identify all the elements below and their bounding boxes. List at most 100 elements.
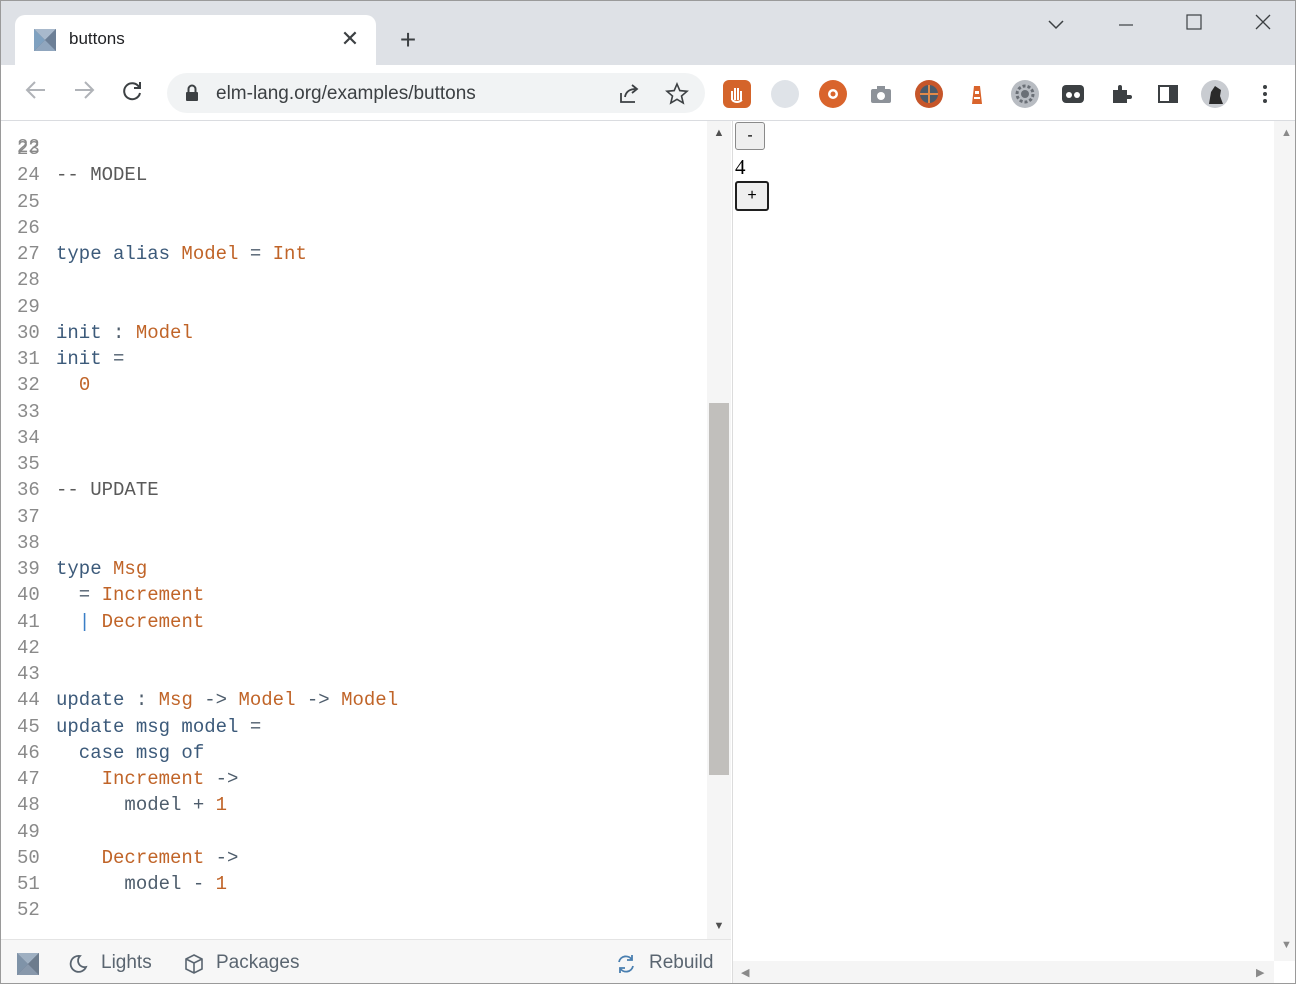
code-token: Msg [158,689,193,712]
code-line: 22 [1,121,92,158]
line-content: -- UPDATE [56,477,159,503]
code-token: Model [238,689,296,712]
line-number: 34 [17,426,40,449]
lock-icon[interactable] [185,84,199,102]
rebuild-icon[interactable] [615,953,637,975]
profile-avatar[interactable] [1201,80,1229,108]
line-number: 49 [17,820,40,843]
elm-favicon-icon [34,29,56,51]
line-number: 43 [17,663,40,685]
editor-scrollbar[interactable]: ▲ ▼ [707,121,731,939]
code-token: : [101,321,136,344]
new-tab-button[interactable]: + [393,25,423,55]
packages-button[interactable]: Packages [216,952,299,974]
output-vertical-scrollbar[interactable]: ▲ ▼ [1274,121,1295,961]
extensions-puzzle-icon[interactable] [1109,82,1133,106]
code-token: = [238,243,273,265]
package-icon[interactable] [183,953,205,975]
scroll-up-arrow-icon[interactable]: ▲ [712,126,726,140]
moon-extension-icon[interactable] [771,80,799,108]
code-token: model + [56,794,216,817]
line-number: 37 [17,505,40,528]
code-token: | [78,610,91,633]
output-pane: - 4 + ▲ ▼ ◀ ▶ [732,121,1295,983]
line-number: 27 [17,243,40,265]
line-number: 29 [17,295,40,318]
browser-menu-icon[interactable] [1253,82,1277,106]
lights-button[interactable]: Lights [101,952,152,974]
line-content: type Msg [56,556,147,582]
code-token: -> [204,846,239,869]
editor-scroll-thumb[interactable] [709,403,729,775]
code-token: 0 [78,374,91,397]
side-panel-icon[interactable] [1156,82,1180,106]
code-token: -> [192,689,239,712]
code-token: type alias [56,243,182,265]
forward-arrow-icon[interactable] [69,79,99,109]
url-text[interactable]: elm-lang.org/examples/buttons [216,83,476,105]
ublock-hand-icon[interactable] [723,80,751,108]
line-content: model + 1 [56,792,227,818]
increment-button[interactable]: + [735,181,769,211]
close-window-icon[interactable] [1240,9,1286,39]
minimize-icon[interactable] [1103,9,1149,39]
line-number: 24 [17,164,40,187]
code-token: Msg [113,558,148,580]
gear-extension-icon[interactable] [1011,80,1039,108]
reload-icon[interactable] [117,79,147,109]
line-number: 42 [17,636,40,659]
code-editor[interactable]: 22 53 23 24 -- MODEL 25 26 27 type alias Model… [1,121,731,939]
code-token: update msg model [56,715,239,738]
output-horizontal-scrollbar[interactable]: ◀ ▶ [733,961,1274,983]
tab-manager-icon[interactable] [1061,82,1085,106]
back-arrow-icon[interactable] [21,79,51,109]
tab-buttons[interactable]: buttons ✕ [15,15,376,65]
browser-toolbar: elm-lang.org/examples/buttons [1,65,1295,121]
line-content: | Decrement [56,609,204,635]
line-number: 39 [17,558,40,580]
moon-icon[interactable] [67,953,89,975]
code-token: Decrement [101,846,205,869]
maximize-icon[interactable] [1171,9,1217,39]
line-number: 50 [17,846,40,869]
tab-search-icon[interactable] [1033,9,1079,39]
tab-strip: buttons ✕ + [1,1,1295,65]
compass-extension-icon[interactable] [915,80,943,108]
code-token: -- MODEL [56,164,148,187]
decrement-button[interactable]: - [735,122,765,150]
rebuild-button[interactable]: Rebuild [649,952,713,974]
code-token: -- UPDATE [56,479,159,502]
line-number: 23 [17,138,40,160]
tab-close-icon[interactable]: ✕ [337,26,363,52]
elm-logo-icon[interactable] [17,953,39,975]
code-line: 53 [1,928,92,939]
code-token: = [238,715,262,738]
code-area[interactable]: 22 53 23 24 -- MODEL 25 26 27 type alias Model… [1,121,707,939]
line-number: 26 [17,216,40,239]
camera-icon[interactable] [869,82,893,106]
lifebuoy-icon[interactable] [819,80,847,108]
line-content: = Increment [56,582,204,608]
code-token: model - [56,873,216,895]
code-token: : [124,689,159,712]
address-bar[interactable]: elm-lang.org/examples/buttons [167,73,705,113]
code-token: Model [135,321,193,344]
line-content: Decrement -> [56,845,239,871]
scroll-down-arrow-icon[interactable]: ▼ [1281,939,1292,951]
counter-value: 4 [735,155,746,179]
share-icon[interactable] [617,82,641,106]
bookmark-star-icon[interactable] [665,82,689,106]
scroll-down-arrow-icon[interactable]: ▼ [712,919,726,933]
scroll-up-arrow-icon[interactable]: ▲ [1281,127,1292,139]
code-token: case msg of [56,741,205,764]
lighthouse-icon[interactable] [965,82,989,106]
scroll-right-arrow-icon[interactable]: ▶ [1256,966,1264,979]
line-number: 46 [17,741,40,764]
line-number: 41 [17,610,40,633]
scroll-left-arrow-icon[interactable]: ◀ [741,966,749,979]
code-token: -> [204,768,239,790]
line-content: 0 [56,372,90,398]
code-token: Increment [101,768,205,790]
